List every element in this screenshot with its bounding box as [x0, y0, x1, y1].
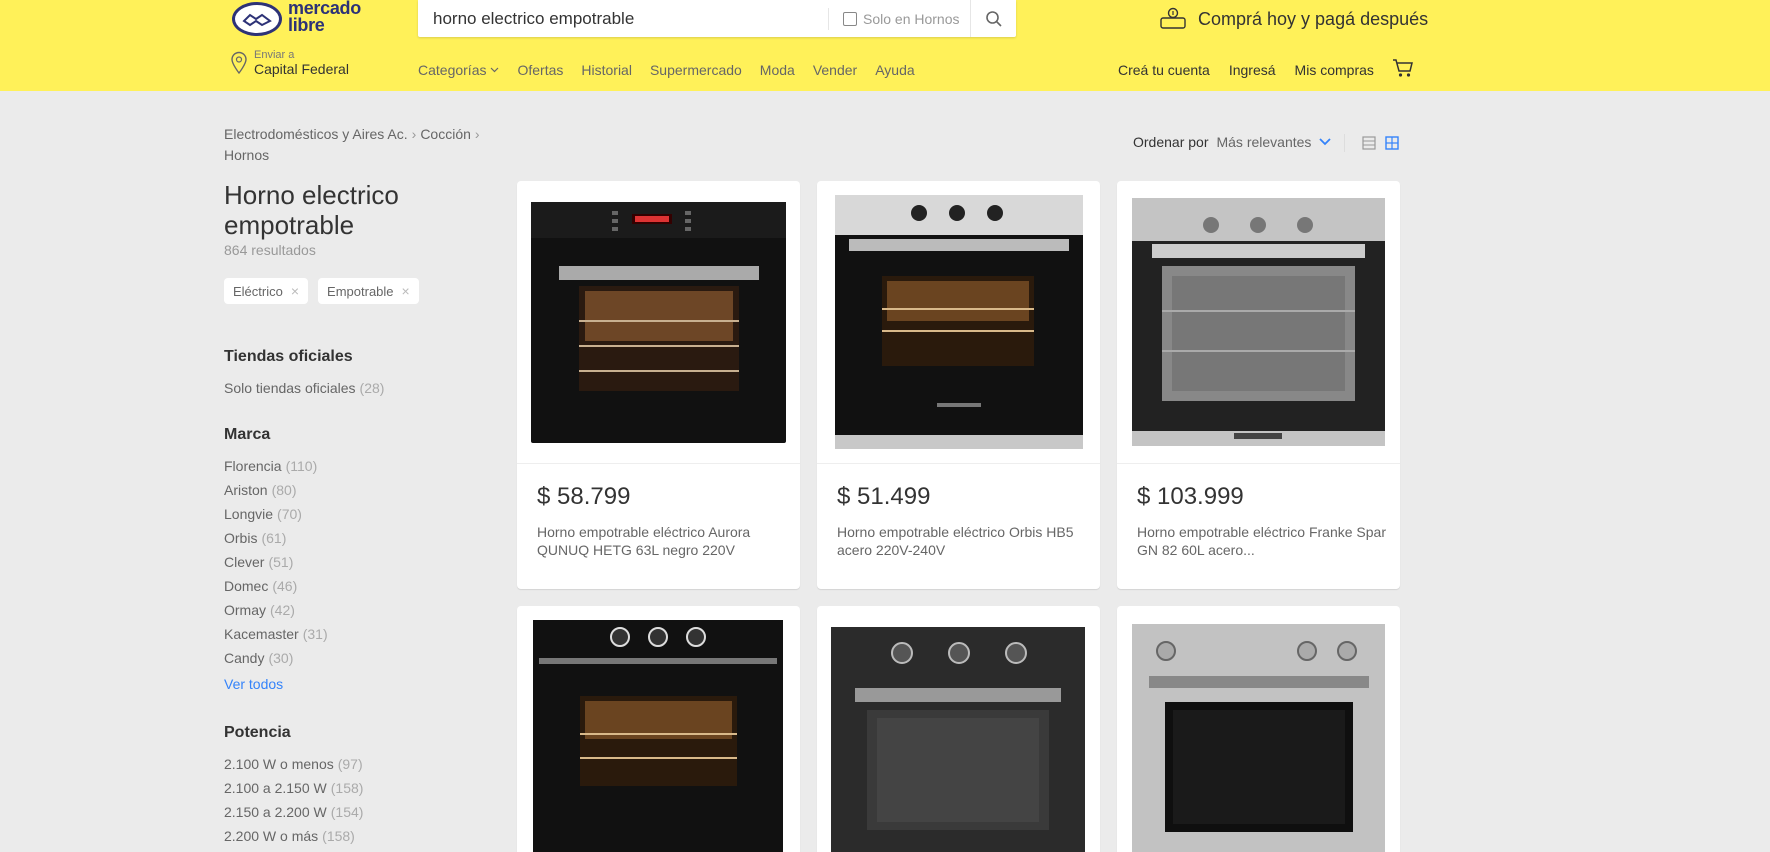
login-link[interactable]: Ingresá [1229, 62, 1276, 78]
facet-item[interactable]: Solo tiendas oficiales (28) [224, 378, 384, 402]
product-title[interactable]: Horno empotrable eléctrico Franke Spar G… [1137, 523, 1387, 559]
promo-banner[interactable]: Comprá hoy y pagá después [1158, 6, 1428, 32]
product-card[interactable] [1117, 606, 1400, 852]
facet-official-stores: Solo tiendas oficiales (28) [224, 378, 384, 402]
close-icon[interactable]: × [402, 283, 410, 299]
facet-item[interactable]: Ariston (80) [224, 480, 328, 504]
search-icon [985, 10, 1002, 27]
location-pin-icon [231, 51, 247, 75]
product-title[interactable]: Horno empotrable eléctrico Aurora QUNUQ … [537, 523, 787, 559]
product-image[interactable] [1117, 181, 1400, 464]
hand-money-icon [1160, 7, 1186, 29]
category-filter[interactable]: Solo en Hornos [828, 8, 960, 30]
cart-button[interactable] [1392, 58, 1414, 83]
breadcrumb-item[interactable]: Hornos [224, 147, 269, 163]
nav-categories[interactable]: Categorías [418, 62, 499, 78]
mercadolibre-logo[interactable]: mercado libre [232, 0, 372, 40]
nav-offers[interactable]: Ofertas [517, 62, 563, 78]
facet-item[interactable]: Orbis (61) [224, 528, 328, 552]
user-nav: Creá tu cuenta Ingresá Mis compras [1118, 62, 1374, 78]
chevron-down-icon [1319, 138, 1332, 146]
product-price: $ 58.799 [537, 483, 631, 510]
facet-item[interactable]: Candy (30) [224, 648, 328, 672]
breadcrumb: Electrodomésticos y Aires Ac. › Cocción › H… [224, 124, 514, 166]
product-card[interactable] [517, 606, 800, 852]
breadcrumb-item[interactable]: Cocción [420, 126, 471, 142]
nav-fashion[interactable]: Moda [760, 62, 795, 78]
main-nav: Categorías Ofertas Historial Supermercad… [418, 62, 915, 78]
product-image[interactable] [1117, 606, 1400, 852]
see-all-brands-link[interactable]: Ver todos [224, 676, 283, 692]
facet-power: 2.100 W o menos (97) 2.100 a 2.150 W (158)… [224, 754, 363, 850]
product-price: $ 103.999 [1137, 483, 1244, 510]
facet-item[interactable]: Clever (51) [224, 552, 328, 576]
filter-chip[interactable]: Empotrable × [318, 278, 419, 304]
promo-text: Comprá hoy y pagá después [1198, 8, 1429, 29]
facet-title-power: Potencia [224, 724, 291, 741]
search-bar: Solo en Hornos [418, 0, 1016, 37]
product-card[interactable]: $ 51.499 Horno empotrable eléctrico Orbi… [817, 181, 1100, 589]
chevron-right-icon: › [411, 126, 417, 142]
facet-item[interactable]: 2.100 W o menos (97) [224, 754, 363, 778]
my-purchases-link[interactable]: Mis compras [1295, 62, 1374, 78]
grid-view-button[interactable] [1385, 136, 1399, 155]
cart-icon [1393, 59, 1413, 77]
chevron-right-icon: › [474, 126, 480, 142]
location-value: Capital Federal [254, 61, 349, 77]
facet-item[interactable]: Domec (46) [224, 576, 328, 600]
facet-item[interactable]: 2.100 a 2.150 W (158) [224, 778, 363, 802]
list-view-button[interactable] [1362, 136, 1376, 155]
results-count: 864 resultados [224, 242, 316, 258]
facet-item[interactable]: Florencia (110) [224, 456, 328, 480]
facet-item[interactable]: 2.150 a 2.200 W (154) [224, 802, 363, 826]
close-icon[interactable]: × [291, 283, 299, 299]
facet-title-official-stores: Tiendas oficiales [224, 348, 353, 365]
sort-value[interactable]: Más relevantes [1216, 134, 1311, 150]
category-filter-label: Solo en Hornos [863, 11, 960, 27]
nav-supermarket[interactable]: Supermercado [650, 62, 742, 78]
product-image[interactable] [817, 606, 1100, 852]
facet-item[interactable]: Kacemaster (31) [224, 624, 328, 648]
product-card[interactable]: $ 58.799 Horno empotrable eléctrico Auro… [517, 181, 800, 589]
product-card[interactable]: $ 103.999 Horno empotrable eléctrico Fra… [1117, 181, 1400, 589]
search-input[interactable] [433, 0, 833, 37]
list-view-icon [1362, 136, 1376, 150]
breadcrumb-item[interactable]: Electrodomésticos y Aires Ac. [224, 126, 408, 142]
product-price: $ 51.499 [837, 483, 931, 510]
facet-item[interactable]: Longvie (70) [224, 504, 328, 528]
filter-chip[interactable]: Eléctrico × [224, 278, 309, 304]
sort-control[interactable]: Ordenar por Más relevantes [1133, 134, 1332, 150]
product-image[interactable] [517, 606, 800, 852]
product-card[interactable] [817, 606, 1100, 852]
handshake-icon [232, 2, 282, 36]
chevron-down-icon [491, 67, 499, 73]
product-title[interactable]: Horno empotrable eléctrico Orbis HB5 ace… [837, 523, 1087, 559]
location-label: Enviar a [254, 49, 295, 61]
product-image[interactable] [517, 181, 800, 464]
create-account-link[interactable]: Creá tu cuenta [1118, 62, 1210, 78]
product-image[interactable] [817, 181, 1100, 464]
sort-label: Ordenar por [1133, 134, 1209, 150]
nav-help[interactable]: Ayuda [875, 62, 914, 78]
facet-item[interactable]: Ormay (42) [224, 600, 328, 624]
shipping-location[interactable]: Enviar a Capital Federal [230, 49, 349, 77]
search-button[interactable] [970, 0, 1016, 37]
applied-filters: Eléctrico × Empotrable × [224, 278, 419, 304]
facet-title-brand: Marca [224, 426, 271, 443]
page-title: Horno electrico empotrable [224, 180, 399, 240]
category-filter-checkbox[interactable] [843, 12, 857, 26]
grid-view-icon [1385, 136, 1399, 150]
divider [1344, 134, 1345, 152]
nav-sell[interactable]: Vender [813, 62, 857, 78]
facet-brand: Florencia (110) Ariston (80) Longvie (70) O… [224, 456, 328, 672]
nav-history[interactable]: Historial [581, 62, 632, 78]
facet-item[interactable]: 2.200 W o más (158) [224, 826, 363, 850]
header: mercado libre Solo en Hornos Comprá hoy … [0, 0, 1770, 91]
logo-text: mercado libre [288, 0, 361, 35]
